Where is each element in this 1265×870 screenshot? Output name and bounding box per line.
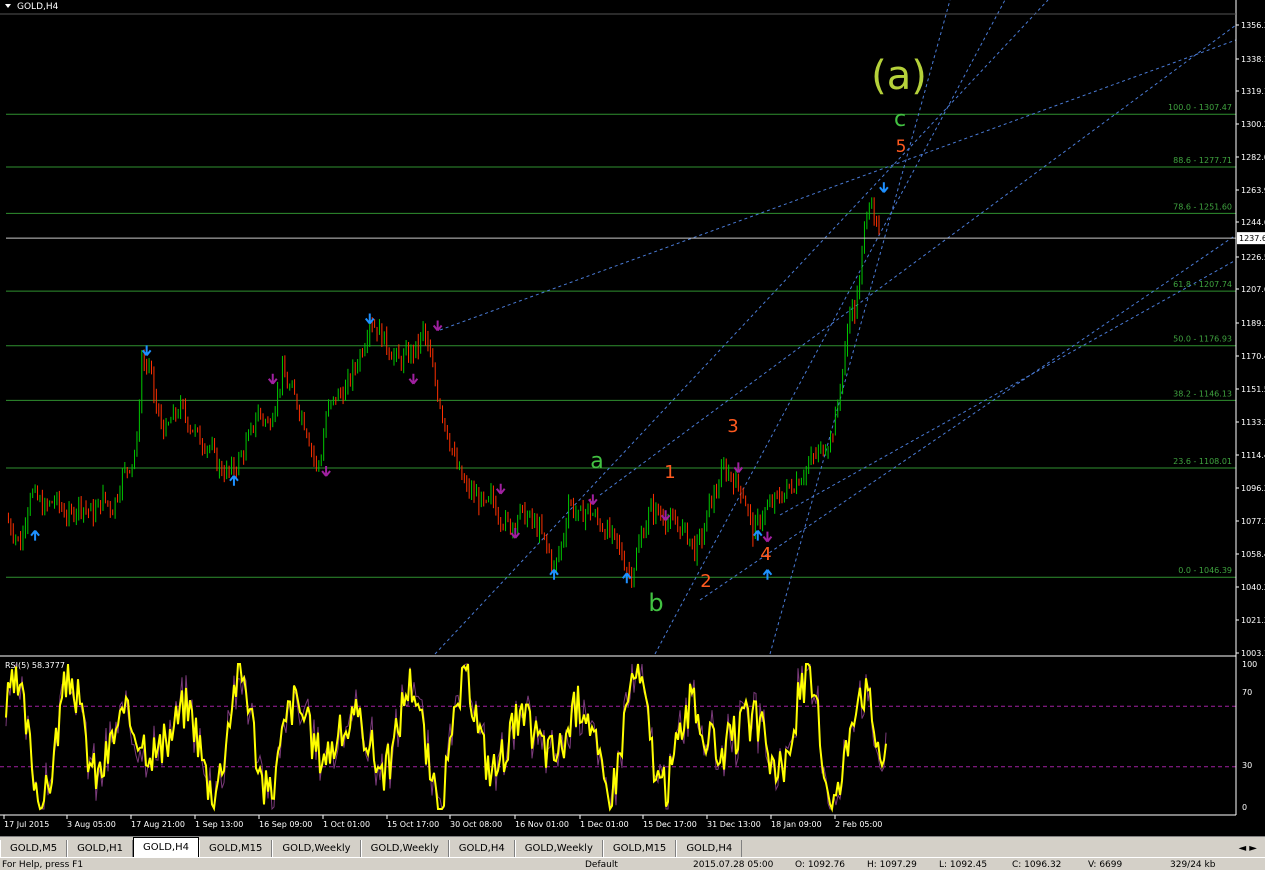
price-tick-label: 1003.1 — [1241, 649, 1265, 658]
wave-label: 3 — [727, 416, 738, 437]
wave-label: (a) — [871, 53, 927, 99]
time-tick-label: 16 Sep 09:00 — [259, 820, 312, 829]
time-tick-label: 15 Oct 17:00 — [387, 820, 439, 829]
fib-level-label: 0.0 - 1046.39 — [1178, 566, 1232, 575]
chart-area[interactable]: 100.0 - 1307.47 88.6 - 1277.71 78.6 - 1251… — [0, 0, 1265, 836]
rsi-tick-label: 100 — [1242, 660, 1257, 669]
tab-gold-h4[interactable]: GOLD,H4 — [676, 840, 743, 857]
current-price-label: 1237.6 — [1239, 234, 1265, 243]
tab-gold-m15[interactable]: GOLD,M15 — [602, 840, 677, 857]
time-tick-label: 17 Aug 21:00 — [131, 820, 185, 829]
fib-level-label: 38.2 - 1146.13 — [1173, 389, 1232, 398]
price-tick-label: 1170.4 — [1241, 352, 1265, 361]
tab-gold-m15[interactable]: GOLD,M15 — [198, 840, 273, 857]
rsi-tick-label: 70 — [1242, 688, 1252, 697]
time-tick-label: 18 Jan 09:00 — [771, 820, 822, 829]
price-tick-label: 1282.0 — [1241, 153, 1265, 162]
time-tick-label: 15 Dec 17:00 — [643, 820, 697, 829]
wave-label: 5 — [896, 137, 907, 157]
price-tick-label: 1021.3 — [1241, 616, 1265, 625]
fib-level-label: 23.6 - 1108.01 — [1173, 457, 1232, 466]
price-tick-label: 1189.3 — [1241, 319, 1265, 328]
window-title: GOLD,H4 — [17, 2, 59, 12]
wave-label: 1 — [664, 462, 675, 483]
status-bar: For Help, press F1 Default 2015.07.28 05… — [0, 857, 1265, 870]
status-volume: V: 6699 — [1088, 860, 1123, 870]
time-tick-label: 31 Dec 13:00 — [707, 820, 761, 829]
fib-level-label: 78.6 - 1251.60 — [1173, 202, 1232, 211]
wave-label: a — [590, 449, 603, 474]
tab-gold-h4[interactable]: GOLD,H4 — [133, 837, 199, 857]
price-tick-label: 1300.2 — [1241, 120, 1265, 129]
chart-tabs-bar: GOLD,M5 GOLD,H1 GOLD,H4 GOLD,M15 GOLD,Weekly… — [0, 836, 1265, 857]
rsi-title: RSI(5) 58.3777 — [5, 661, 65, 670]
rsi-tick-label: 0 — [1242, 803, 1247, 812]
price-tick-label: 1151.5 — [1241, 385, 1265, 394]
fib-level-label: 50.0 - 1176.93 — [1173, 335, 1232, 344]
price-tick-label: 1096.2 — [1241, 484, 1265, 493]
status-high: H: 1097.29 — [867, 860, 917, 870]
tab-gold-h4[interactable]: GOLD,H4 — [448, 840, 515, 857]
tab-gold-weekly[interactable]: GOLD,Weekly — [360, 840, 449, 857]
price-tick-label: 1356.3 — [1241, 21, 1265, 30]
wave-label: c — [894, 107, 906, 132]
chart-tabs: GOLD,M5 GOLD,H1 GOLD,H4 GOLD,M15 GOLD,Weekly… — [0, 837, 743, 857]
status-close: C: 1096.32 — [1012, 860, 1062, 870]
time-tick-label: 30 Oct 08:00 — [450, 820, 502, 829]
time-tick-label: 1 Dec 01:00 — [580, 820, 629, 829]
status-open: O: 1092.76 — [795, 860, 846, 870]
tab-gold-weekly[interactable]: GOLD,Weekly — [514, 840, 603, 857]
price-tick-label: 1114.4 — [1241, 451, 1265, 460]
price-tick-label: 1319.1 — [1241, 87, 1265, 96]
time-tick-label: 3 Aug 05:00 — [67, 820, 116, 829]
tab-gold-h1[interactable]: GOLD,H1 — [67, 840, 134, 857]
wave-label: b — [648, 589, 663, 617]
price-tick-label: 1263.9 — [1241, 186, 1265, 195]
status-datetime: 2015.07.28 05:00 — [693, 860, 774, 870]
rsi-tick-label: 30 — [1242, 761, 1252, 770]
time-tick-label: 1 Oct 01:00 — [323, 820, 370, 829]
fib-level-label: 88.6 - 1277.71 — [1173, 156, 1232, 165]
status-low: L: 1092.45 — [939, 860, 988, 870]
price-tick-label: 1058.4 — [1241, 550, 1265, 559]
time-tick-label: 16 Nov 01:00 — [515, 820, 569, 829]
wave-label: 2 — [700, 571, 711, 592]
time-tick-label: 1 Sep 13:00 — [195, 820, 243, 829]
status-profile: Default — [585, 860, 618, 870]
tab-scroll-arrows[interactable]: ◄ ► — [1230, 840, 1265, 857]
fib-level-label: 61.8 - 1207.74 — [1173, 280, 1232, 289]
wave-label: 4 — [760, 544, 771, 565]
price-tick-label: 1338.1 — [1241, 55, 1265, 64]
price-tick-label: 1244.6 — [1241, 218, 1265, 227]
status-traffic: 329/24 kb — [1170, 860, 1216, 870]
price-tick-label: 1207.6 — [1241, 285, 1265, 294]
time-tick-label: 17 Jul 2015 — [4, 820, 49, 829]
price-tick-label: 1077.3 — [1241, 517, 1265, 526]
fib-level-label: 100.0 - 1307.47 — [1168, 103, 1232, 112]
status-help: For Help, press F1 — [2, 860, 84, 870]
tab-gold-weekly[interactable]: GOLD,Weekly — [272, 840, 361, 857]
time-tick-label: 2 Feb 05:00 — [835, 820, 882, 829]
price-tick-label: 1226.5 — [1241, 253, 1265, 262]
price-tick-label: 1040.2 — [1241, 583, 1265, 592]
tab-gold-m5[interactable]: GOLD,M5 — [0, 840, 68, 857]
price-tick-label: 1133.3 — [1241, 418, 1265, 427]
